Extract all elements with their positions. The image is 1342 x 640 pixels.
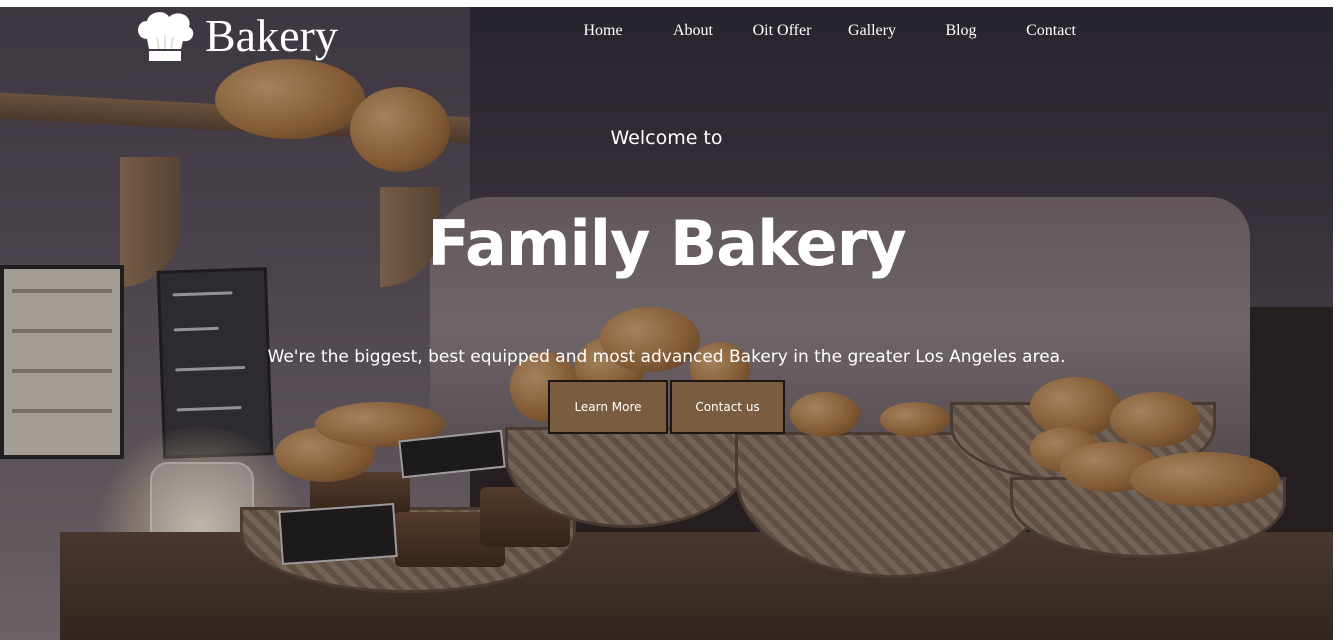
nav-item-gallery[interactable]: Gallery xyxy=(848,22,896,40)
learn-more-button[interactable]: Learn More xyxy=(548,380,668,434)
nav-item-our-offer[interactable]: Oit Offer xyxy=(753,22,812,40)
nav-item-blog[interactable]: Blog xyxy=(945,22,976,40)
hero-tagline: We're the biggest, best equipped and mos… xyxy=(267,347,1066,367)
nav-item-home[interactable]: Home xyxy=(583,22,622,40)
dark-overlay xyxy=(0,7,1333,640)
hero-title: Family Bakery xyxy=(427,207,906,280)
bakery-background-image xyxy=(0,7,1333,640)
hero-section: Bakery Home About Oit Offer Gallery Blog… xyxy=(0,7,1333,640)
main-nav: Home About Oit Offer Gallery Blog Contac… xyxy=(0,22,1333,44)
hero-welcome-text: Welcome to xyxy=(610,127,723,149)
nav-item-contact[interactable]: Contact xyxy=(1026,22,1076,40)
contact-us-button[interactable]: Contact us xyxy=(670,380,785,434)
nav-item-about[interactable]: About xyxy=(673,22,713,40)
